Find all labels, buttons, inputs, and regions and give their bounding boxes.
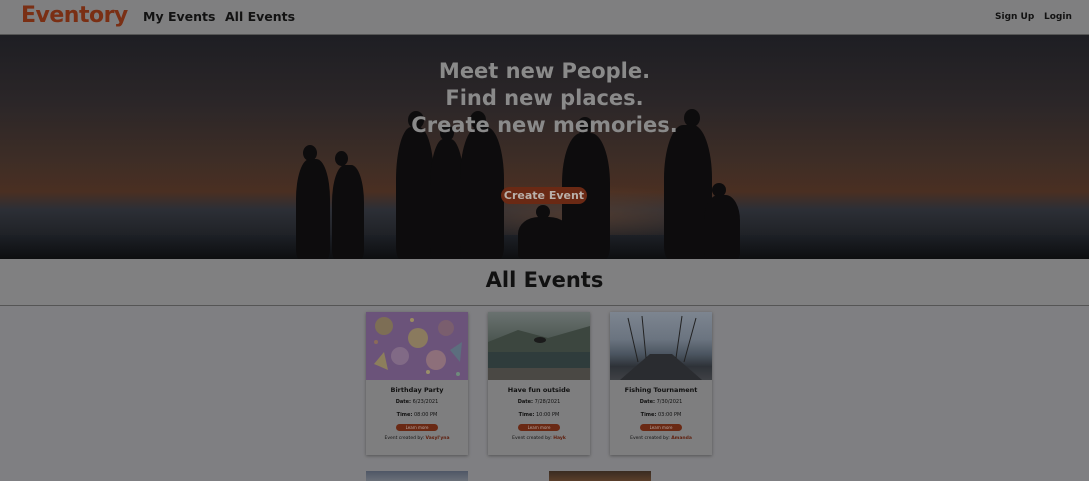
event-date: Date: 7/30/2021 [639,399,683,405]
event-card[interactable]: Fishing Tournament Date: 7/30/2021 Time:… [610,312,712,455]
learn-more-button[interactable]: Learn more [396,424,438,431]
event-image-birthday [366,312,468,380]
event-time: Time: 10:00 PM [518,412,560,418]
event-card[interactable]: Have fun outside Date: 7/28/2021 Time: 1… [488,312,590,455]
event-card-partial[interactable] [366,471,468,481]
event-creator: Event created by: Vasyl'yna [384,436,450,441]
sign-up-link[interactable]: Sign Up [995,12,1034,22]
event-image-outdoor [488,312,590,380]
section-title: All Events [485,268,604,292]
nav-link-all-events[interactable]: All Events [225,9,295,24]
create-event-button[interactable]: Create Event [501,187,587,204]
event-time: Time: 03:00 PM [640,412,682,418]
navbar: Eventory My Events All Events Sign Up Lo… [0,0,1089,35]
event-card-partial[interactable] [549,471,651,481]
event-time: Time: 08:00 PM [396,412,438,418]
event-date: Date: 6/23/2021 [395,399,439,405]
brand-logo[interactable]: Eventory [21,3,128,28]
hero-tagline-1: Meet new People. [438,59,651,83]
learn-more-button[interactable]: Learn more [518,424,560,431]
event-card[interactable]: Birthday Party Date: 6/23/2021 Time: 08:… [366,312,468,455]
login-link[interactable]: Login [1044,12,1072,22]
event-title: Fishing Tournament [624,386,698,394]
event-date: Date: 7/28/2021 [517,399,561,405]
learn-more-button[interactable]: Learn more [640,424,682,431]
hero-tagline-2: Find new places. [445,86,644,110]
event-title: Have fun outside [507,386,571,394]
nav-link-my-events[interactable]: My Events [143,9,215,24]
hero-tagline-3: Create new memories. [411,113,678,137]
section-header: All Events [0,259,1089,306]
event-creator: Event created by: Amanda [630,436,692,441]
event-title: Birthday Party [390,386,444,394]
event-image-fishing [610,312,712,380]
event-creator: Event created by: Hayk [512,436,566,441]
hero-banner: Meet new People. Find new places. Create… [0,35,1089,259]
